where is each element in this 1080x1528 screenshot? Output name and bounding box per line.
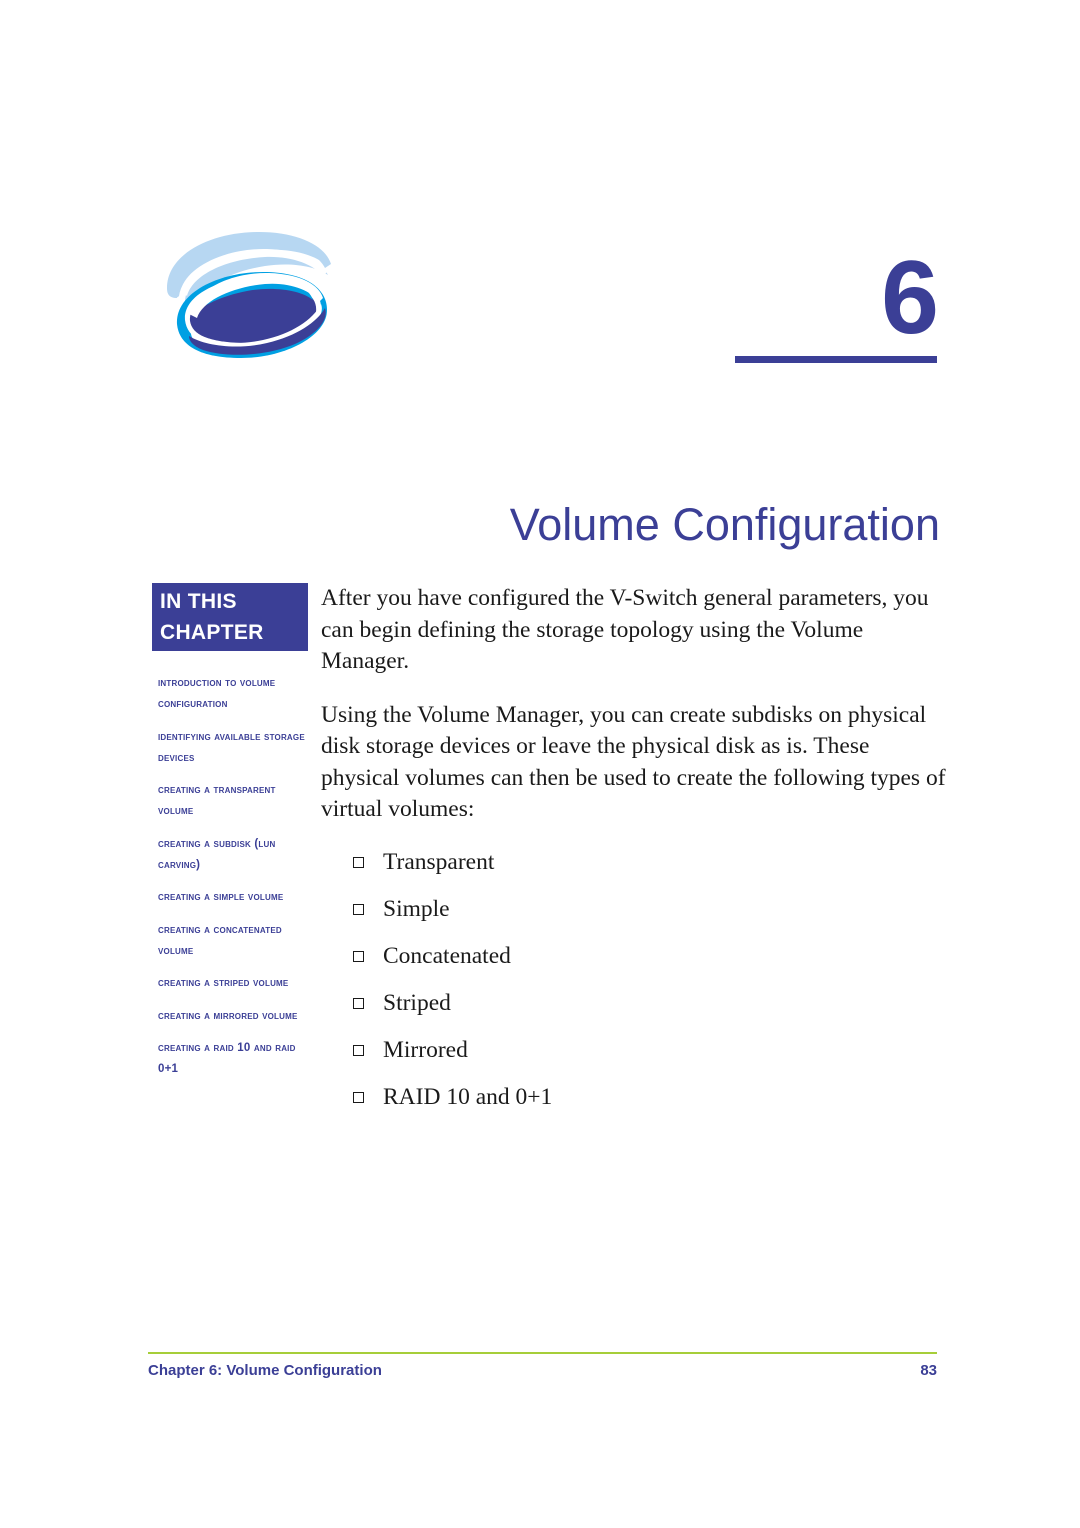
toc-item-mirrored-volume[interactable]: Creating a Mirrored Volume (158, 1006, 308, 1027)
list-item-label: Transparent (383, 848, 495, 875)
footer-page-number: 83 (920, 1362, 937, 1379)
chapter-toc-list: Introduction to Volume Configuration Ide… (152, 673, 308, 1080)
toc-item-introduction[interactable]: Introduction to Volume Configuration (158, 673, 308, 716)
square-bullet-icon (353, 856, 364, 868)
footer-chapter-label: Chapter 6: Volume Configuration (148, 1362, 382, 1379)
toc-item-concatenated-volume[interactable]: Creating a Concatenated Volume (158, 920, 308, 963)
toc-item-subdisk-lun-carving[interactable]: Creating a Subdisk (LUN Carving) (158, 834, 308, 877)
chapter-number: 6 (881, 240, 939, 356)
intro-paragraph-1: After you have configured the V-Switch g… (321, 585, 929, 674)
list-item: Striped (321, 989, 946, 1017)
intro-paragraph-2: Using the Volume Manager, you can create… (321, 701, 946, 823)
chapter-intro-body: After you have configured the V-Switch g… (321, 583, 946, 1130)
page-title: Volume Configuration (509, 499, 940, 550)
swirl-globe-logo (155, 228, 335, 373)
toc-item-simple-volume[interactable]: Creating a Simple Volume (158, 887, 308, 908)
page-footer: Chapter 6: Volume Configuration 83 (148, 1362, 937, 1379)
in-this-chapter-sidebar: IN THIS CHAPTER Introduction to Volume C… (152, 583, 308, 1091)
in-this-chapter-heading-line2: CHAPTER (160, 621, 264, 644)
list-item: Mirrored (321, 1036, 946, 1064)
toc-item-transparent-volume[interactable]: Creating a Transparent Volume (158, 780, 308, 823)
square-bullet-icon (353, 1044, 364, 1056)
list-item: Concatenated (321, 942, 946, 970)
list-item: Simple (321, 895, 946, 923)
square-bullet-icon (353, 997, 364, 1009)
toc-item-striped-volume[interactable]: Creating a Striped Volume (158, 973, 308, 994)
list-item-label: Concatenated (383, 942, 511, 969)
list-item-label: RAID 10 and 0+1 (383, 1083, 553, 1110)
list-item: RAID 10 and 0+1 (321, 1083, 946, 1111)
toc-item-identifying-devices[interactable]: Identifying Available Storage Devices (158, 727, 308, 770)
footer-divider (148, 1352, 937, 1354)
in-this-chapter-heading: IN THIS CHAPTER (152, 583, 308, 651)
list-item-label: Simple (383, 895, 450, 922)
list-item-label: Striped (383, 989, 451, 1016)
volume-types-list: Transparent Simple Concatenated Striped … (321, 848, 946, 1111)
square-bullet-icon (353, 950, 364, 962)
list-item-label: Mirrored (383, 1036, 468, 1063)
toc-item-raid-10-and-raid-0plus1[interactable]: Creating a RAID 10 and RAID 0+1 (158, 1038, 308, 1081)
document-page: 6 Volume Configuration IN THIS CHAPTER I… (0, 0, 1080, 1528)
chapter-number-rule (735, 356, 937, 363)
list-item: Transparent (321, 848, 946, 876)
square-bullet-icon (353, 903, 364, 915)
in-this-chapter-heading-line1: IN THIS (160, 590, 237, 613)
square-bullet-icon (353, 1091, 364, 1103)
